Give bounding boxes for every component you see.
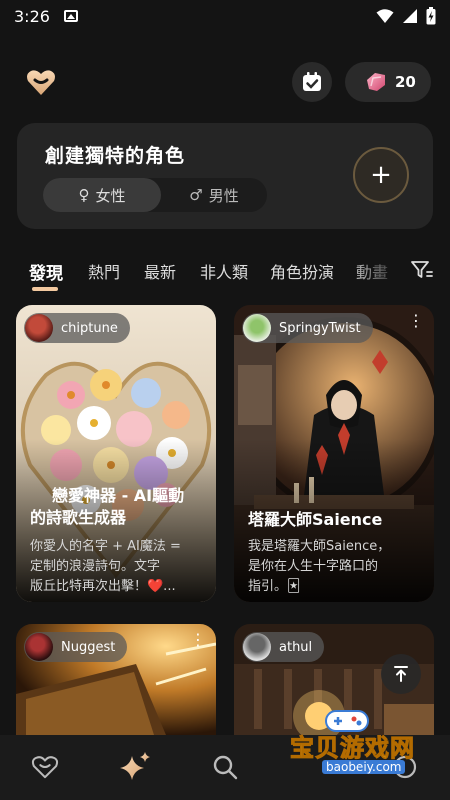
card-title-line: 塔羅大師Saience — [248, 510, 383, 529]
card-desc-line: 我是塔羅大師Saience， — [248, 539, 391, 554]
nav-discover[interactable] — [115, 749, 155, 785]
sparkle-icon — [120, 752, 150, 780]
nav-home[interactable] — [25, 749, 65, 785]
tab-latest[interactable]: 最新 — [144, 259, 176, 283]
arrow-up-to-line-icon — [394, 666, 408, 682]
gender-male-label: 男性 — [208, 186, 239, 205]
card-desc-line: 版丘比特再次出擊！❤️... — [30, 579, 176, 594]
status-time: 3:26 — [14, 6, 50, 26]
female-symbol-icon: ♀ — [78, 186, 90, 204]
scroll-to-top-button[interactable] — [381, 654, 421, 694]
gender-female-button[interactable]: ♀ 女性 — [43, 178, 161, 212]
gems-count: 20 — [395, 73, 416, 91]
more-options-icon[interactable]: ⋮ — [190, 632, 206, 648]
search-icon — [213, 755, 238, 780]
category-tabs: 發現 熱門 最新 非人類 角色扮演 動畫 — [0, 255, 450, 291]
card-desc-line: 是你在人生十字路口的 — [248, 559, 379, 574]
gems-balance-button[interactable]: 20 — [345, 62, 431, 102]
tab-non-human[interactable]: 非人類 — [200, 259, 248, 283]
create-character-button[interactable]: + — [353, 147, 409, 203]
card-title: 戀愛神器 - AI驅動 的詩歌生成器 — [30, 485, 184, 529]
create-character-title: 創建獨特的角色 — [45, 145, 186, 167]
author-name: athul — [279, 639, 313, 655]
gallery-notification-icon — [63, 10, 78, 22]
watermark-text: 宝贝游戏网 — [290, 734, 415, 763]
tab-popular[interactable]: 熱門 — [88, 259, 120, 283]
battery-icon — [426, 7, 436, 25]
gem-icon — [367, 73, 385, 91]
calendar-check-icon — [303, 72, 321, 91]
author-avatar — [243, 633, 271, 661]
card-desc-line: 定制的浪漫詩句。文字 — [30, 559, 161, 574]
gender-female-label: 女性 — [95, 186, 126, 205]
author-name: chiptune — [61, 320, 118, 336]
gender-selector: ♀ 女性 ♂ 男性 — [43, 178, 267, 212]
card-title: 塔羅大師Saience — [248, 509, 382, 531]
active-tab-indicator — [32, 287, 58, 291]
author-name: SpringyTwist — [279, 320, 361, 336]
card-author[interactable]: athul — [242, 632, 325, 662]
card-description: 你愛人的名字 + AI魔法 = 定制的浪漫詩句。文字 版丘比特再次出擊！❤️..… — [30, 537, 206, 597]
gender-male-button[interactable]: ♂ 男性 — [161, 178, 267, 212]
character-card[interactable]: SpringyTwist ⋮ 塔羅大師Saience 我是塔羅大師Saience… — [234, 305, 434, 602]
male-symbol-icon: ♂ — [189, 186, 203, 204]
tabs-fade — [345, 255, 405, 291]
card-description: 我是塔羅大師Saience， 是你在人生十字路口的 指引。🃏 — [248, 537, 424, 597]
status-bar: 3:26 — [0, 0, 450, 32]
signal-icon — [403, 9, 417, 23]
more-options-icon[interactable]: ⋮ — [408, 313, 424, 329]
author-avatar — [25, 633, 53, 661]
card-author[interactable]: Nuggest — [24, 632, 128, 662]
wifi-icon — [376, 9, 394, 23]
create-character-card: 創建獨特的角色 ♀ 女性 ♂ 男性 + — [17, 123, 433, 229]
card-title-line: 戀愛神器 - AI驅動 — [52, 486, 185, 505]
character-card[interactable]: Nuggest ⋮ — [16, 624, 216, 735]
card-desc-line: 你愛人的名字 + AI魔法 = — [30, 539, 181, 554]
author-avatar — [25, 314, 53, 342]
card-author[interactable]: chiptune — [24, 313, 130, 343]
card-title-line: 的詩歌生成器 — [30, 508, 127, 527]
author-name: Nuggest — [61, 639, 116, 655]
daily-checkin-button[interactable] — [292, 62, 332, 102]
card-desc-line: 指引。🃏 — [248, 579, 301, 594]
watermark-url: baobeiy.com — [322, 760, 406, 774]
tab-discover[interactable]: 發現 — [29, 259, 63, 284]
status-icons — [376, 7, 436, 25]
watermark: 宝贝游戏网 baobeiy.com — [272, 708, 432, 778]
heart-logo-icon — [31, 756, 59, 779]
author-avatar — [243, 314, 271, 342]
character-card[interactable]: chiptune 戀愛神器 - AI驅動 的詩歌生成器 你愛人的名字 + AI魔… — [16, 305, 216, 602]
nav-search[interactable] — [205, 749, 245, 785]
app-logo-icon — [27, 70, 55, 95]
card-author[interactable]: SpringyTwist — [242, 313, 373, 343]
tab-roleplay[interactable]: 角色扮演 — [270, 259, 334, 283]
filter-icon[interactable] — [410, 259, 434, 281]
top-bar: 20 — [0, 60, 450, 104]
